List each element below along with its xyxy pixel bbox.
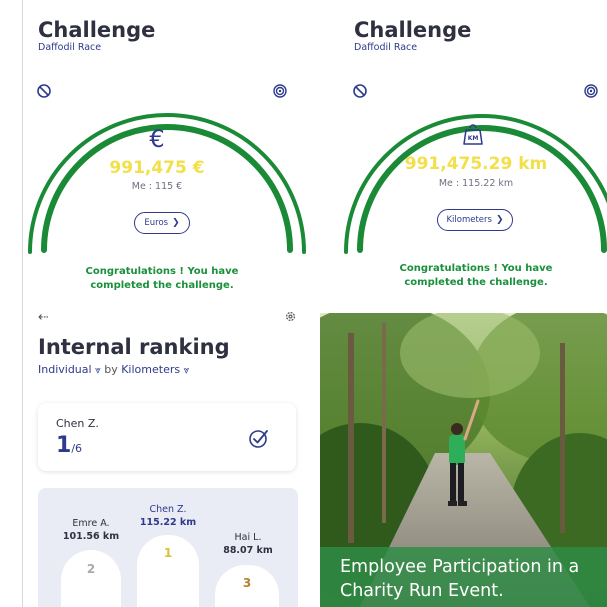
metric-filter[interactable]: Kilometers: [121, 363, 180, 376]
ranking-filters: Individual ⩔ by Kilometers ⩔: [38, 363, 189, 376]
unit-toggle-button[interactable]: Kilometers ❯: [437, 209, 513, 231]
podium-place-2: 2: [86, 562, 96, 576]
challenge-title: Challenge: [38, 18, 156, 42]
congrats-message: Congratulations ! You have completed the…: [399, 263, 553, 288]
podium-km-2: 101.56 km: [62, 531, 120, 542]
unit-button-label: Kilometers: [446, 215, 492, 225]
km-icon-label: KM: [468, 135, 479, 142]
podium-name-1: Chen Z.: [149, 504, 187, 515]
euro-icon: €: [149, 125, 165, 153]
my-rank-card: Chen Z. 1/6: [38, 403, 296, 471]
check-circle-icon: [249, 430, 268, 448]
filter-by-label: by: [104, 363, 118, 376]
caption-text: Employee Participation in a Charity Run …: [340, 557, 580, 601]
podium-place-1: 1: [163, 546, 173, 560]
podium-name-3: Hai L.: [234, 532, 262, 543]
podium-place-3: 3: [242, 576, 252, 590]
internal-ranking-card: ⇠ Internal ranking Individual ⩔ by Kilom…: [22, 305, 312, 607]
event-photo: Employee Participation in a Charity Run …: [320, 313, 607, 607]
podium-km-3: 88.07 km: [223, 545, 273, 556]
chevron-right-icon: ❯: [495, 215, 504, 225]
challenge-card-kilometers: Challenge Daffodil Race KM 991,475.29 km…: [336, 0, 607, 305]
scope-filter[interactable]: Individual: [38, 363, 92, 376]
my-contribution: Me : 115.22 km: [438, 178, 514, 189]
challenge-subtitle: Daffodil Race: [354, 42, 418, 53]
km-weight-icon: KM: [463, 124, 483, 145]
unit-toggle-button[interactable]: Euros ❯: [134, 212, 190, 234]
my-name: Chen Z.: [56, 417, 99, 430]
my-contribution: Me : 115 €: [131, 181, 183, 192]
challenge-title: Challenge: [354, 18, 472, 42]
total-value: 991,475.29 km: [404, 154, 548, 174]
challenge-subtitle: Daffodil Race: [38, 42, 102, 53]
photo-caption: Employee Participation in a Charity Run …: [320, 547, 607, 607]
gear-icon[interactable]: [284, 310, 297, 323]
unit-button-label: Euros: [144, 218, 169, 228]
total-value: 991,475 €: [109, 158, 205, 178]
rank-number: 1: [56, 433, 72, 458]
back-arrow-icon[interactable]: ⇠: [38, 310, 49, 325]
ranking-title: Internal ranking: [38, 335, 230, 359]
chevron-down-icon[interactable]: ⩔: [95, 365, 101, 376]
ranking-podium: Emre A. 101.56 km 2 Chen Z. 115.22 km 1 …: [38, 488, 298, 607]
chevron-right-icon: ❯: [172, 218, 180, 228]
rank-total: /6: [71, 442, 83, 455]
podium-name-2: Emre A.: [72, 518, 110, 529]
podium-km-1: 115.22 km: [139, 517, 197, 528]
chevron-down-icon[interactable]: ⩔: [184, 365, 190, 376]
congrats-message: Congratulations ! You have completed the…: [85, 266, 239, 291]
podium-pillar-2: [61, 550, 121, 607]
challenge-card-euros: Challenge Daffodil Race € 991,475 € Me :…: [22, 0, 312, 305]
my-rank: 1/6: [56, 433, 82, 458]
left-border: [22, 0, 23, 607]
